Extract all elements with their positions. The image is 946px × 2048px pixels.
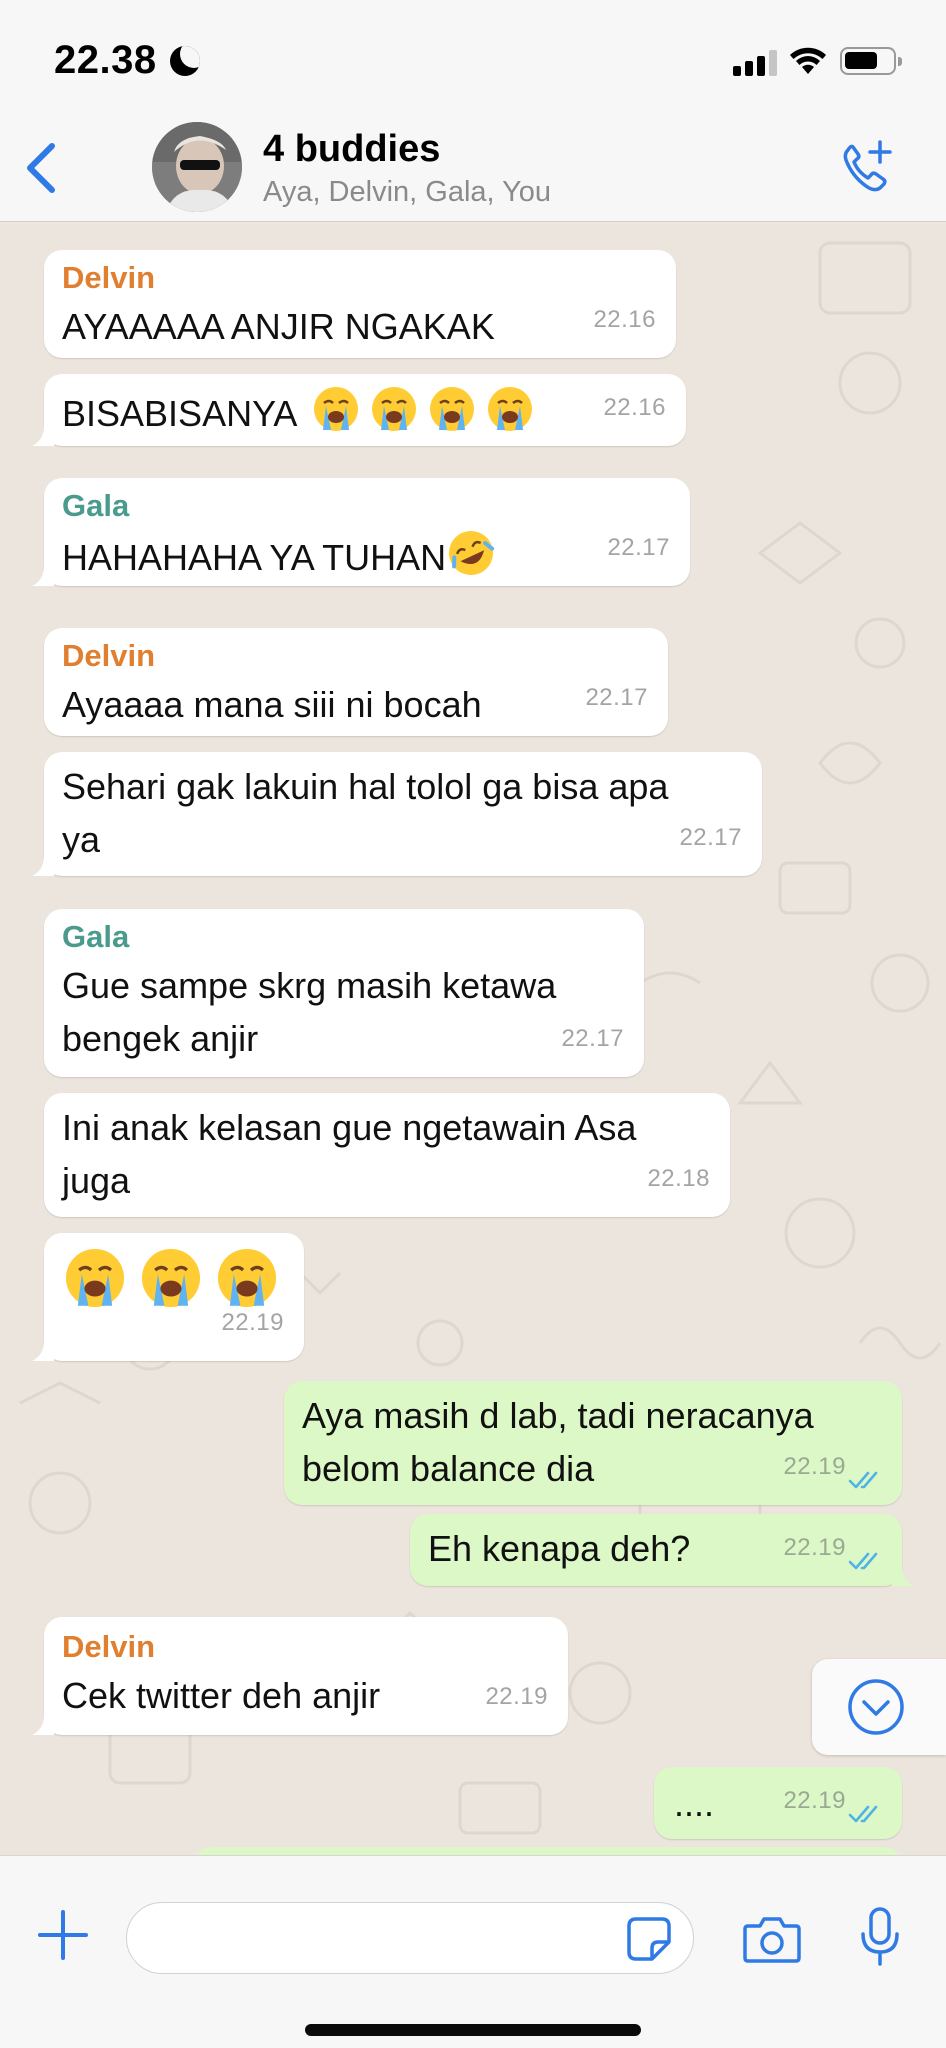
camera-button[interactable]	[742, 1914, 802, 1964]
message-sender: Delvin	[62, 1629, 156, 1664]
back-button[interactable]	[18, 138, 68, 198]
message-bubble[interactable]: Ini anak kelasan gue ngetawain Asa juga …	[44, 1093, 730, 1217]
message-bubble[interactable]: Delvin AYAAAAA ANJIR NGAKAK 22.16	[44, 250, 676, 358]
emoji-group	[301, 387, 543, 434]
message-text: Cek twitter deh anjir	[62, 1675, 381, 1716]
group-avatar[interactable]	[152, 122, 242, 212]
sticker-icon	[627, 1917, 671, 1961]
double-check-icon	[848, 1471, 878, 1489]
message-text: BISABISANYA	[62, 393, 298, 434]
battery-icon	[840, 47, 902, 75]
chat-header: 4 buddies Aya, Delvin, Gala, You	[0, 120, 946, 222]
message-bubble-outgoing-partial	[194, 1847, 902, 1855]
message-sender: Delvin	[62, 638, 156, 673]
moon-icon	[170, 46, 200, 76]
camera-icon	[743, 1917, 801, 1963]
message-time: 22.17	[679, 824, 742, 851]
message-text: Gue sampe skrg masih ketawa bengek anjir	[62, 965, 557, 1059]
message-time: 22.19	[485, 1683, 548, 1710]
plus-icon	[38, 1910, 88, 1960]
message-time: 22.17	[585, 684, 648, 711]
message-bubble-outgoing[interactable]: Eh kenapa deh? 22.19	[410, 1514, 914, 1586]
message-time: 22.19	[783, 1787, 846, 1814]
bubble-tail	[32, 1341, 54, 1361]
chat-area[interactable]: Delvin AYAAAAA ANJIR NGAKAK 22.16 BISABI…	[0, 223, 946, 1855]
loudly-crying-face-emoji	[372, 387, 417, 431]
message-time: 22.19	[221, 1309, 284, 1336]
message-sender: Delvin	[62, 260, 156, 295]
wifi-icon	[790, 47, 826, 74]
bubble-tail	[32, 856, 54, 876]
message-input[interactable]	[126, 1902, 694, 1974]
bubble-tail	[32, 426, 54, 446]
chat-members[interactable]: Aya, Delvin, Gala, You	[263, 176, 551, 209]
call-add-icon	[843, 140, 892, 192]
home-indicator	[305, 2024, 641, 2036]
message-bubble[interactable]: Gala Gue sampe skrg masih ketawa bengek …	[44, 909, 644, 1077]
message-bubble[interactable]: Delvin Cek twitter deh anjir 22.19	[32, 1617, 568, 1735]
bubble-tail	[32, 566, 54, 586]
bubble-tail	[32, 1715, 54, 1735]
avatar-image	[152, 122, 242, 212]
message-text: Sehari gak lakuin hal tolol ga bisa apa …	[62, 766, 669, 860]
message-sender: Gala	[62, 919, 130, 954]
message-bubble[interactable]: Gala HAHAHAHA YA TUHAN 22.17	[32, 478, 690, 586]
status-bar: 22.38	[0, 0, 946, 120]
message-time: 22.17	[561, 1025, 624, 1052]
add-call-button[interactable]	[836, 136, 896, 196]
status-time: 22.38	[54, 38, 157, 82]
loudly-crying-face-emoji	[430, 387, 475, 431]
message-text: Ini anak kelasan gue ngetawain Asa juga	[62, 1107, 637, 1201]
message-bubble[interactable]: Sehari gak lakuin hal tolol ga bisa apa …	[32, 752, 762, 876]
double-check-icon	[848, 1805, 878, 1823]
rofl-emoji	[449, 531, 495, 575]
signal-icon	[733, 50, 777, 76]
loudly-crying-face-emoji	[488, 387, 533, 431]
loudly-crying-face-emoji	[65, 1248, 125, 1308]
message-text: HAHAHAHA YA TUHAN	[62, 537, 447, 578]
message-text: Ayaaaa mana siii ni bocah	[62, 684, 482, 725]
chat-title[interactable]: 4 buddies	[263, 128, 440, 171]
message-time: 22.16	[603, 394, 666, 421]
input-bar	[0, 1855, 946, 2048]
bubble-tail	[892, 1566, 914, 1586]
attach-button[interactable]	[36, 1908, 90, 1962]
sticker-button[interactable]	[626, 1916, 672, 1962]
scroll-down-icon	[848, 1679, 904, 1735]
message-bubble-outgoing[interactable]: .... 22.19	[654, 1767, 902, 1839]
message-sender: Gala	[62, 488, 130, 523]
message-bubble[interactable]: BISABISANYA 22.16	[32, 374, 686, 446]
microphone-icon	[861, 1907, 899, 1966]
back-icon	[27, 143, 55, 193]
message-time: 22.18	[647, 1165, 710, 1192]
loudly-crying-face-emoji	[141, 1248, 201, 1308]
microphone-button[interactable]	[858, 1906, 902, 1970]
message-time: 22.17	[607, 534, 670, 561]
message-bubble[interactable]: Delvin Ayaaaa mana siii ni bocah 22.17	[44, 628, 668, 736]
message-text: AYAAAAA ANJIR NGAKAK	[62, 306, 495, 347]
message-time: 22.19	[783, 1534, 846, 1561]
message-bubble[interactable]: 22.19	[32, 1233, 304, 1361]
message-time: 22.16	[593, 306, 656, 333]
scroll-to-bottom-button[interactable]	[812, 1659, 946, 1755]
loudly-crying-face-emoji	[314, 387, 359, 431]
double-check-icon	[848, 1552, 878, 1570]
message-time: 22.19	[783, 1453, 846, 1480]
message-bubble-outgoing[interactable]: Aya masih d lab, tadi neracanya belom ba…	[284, 1381, 902, 1505]
